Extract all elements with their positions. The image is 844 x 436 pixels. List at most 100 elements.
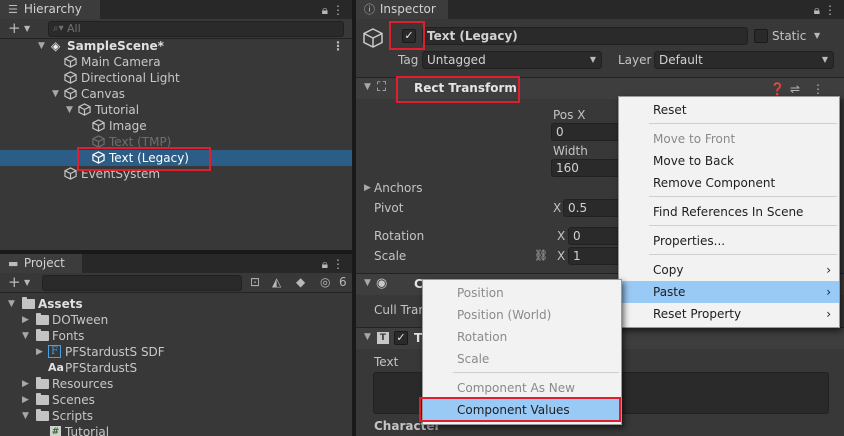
cube-icon xyxy=(64,87,77,100)
hidden-eye-icon[interactable]: ◎ xyxy=(320,274,330,290)
text-component-icon: T xyxy=(377,332,389,344)
project-row-fonts[interactable]: ▼ Fonts xyxy=(0,328,352,344)
menu-item-properties[interactable]: Properties... xyxy=(619,230,839,252)
constrain-proportions-icon[interactable]: ⛓ xyxy=(534,248,548,264)
expand-arrow-icon[interactable]: ▶ xyxy=(36,344,43,360)
expand-arrow-icon[interactable]: ▼ xyxy=(364,82,371,92)
menu-item-reset-property[interactable]: Reset Property › xyxy=(619,303,839,325)
expand-arrow-icon[interactable]: ▼ xyxy=(52,86,59,102)
lock-icon[interactable]: 🔒︎ xyxy=(322,256,328,272)
expand-arrow-icon[interactable]: ▼ xyxy=(22,328,29,344)
hierarchy-row-directional-light[interactable]: Directional Light xyxy=(0,70,352,86)
folder-icon xyxy=(22,297,35,309)
rotation-x-field[interactable]: 0 xyxy=(568,227,621,245)
more-icon[interactable]: ⋮ xyxy=(332,256,344,272)
hierarchy-row-label: Main Camera xyxy=(81,55,161,69)
menu-item-remove-component[interactable]: Remove Component xyxy=(619,172,839,194)
pos-x-field[interactable]: 0 xyxy=(551,123,621,141)
more-icon[interactable]: ⋮ xyxy=(332,2,344,18)
hierarchy-row-label: SampleScene* xyxy=(67,39,164,53)
menu-item-label: Paste xyxy=(653,285,686,299)
text-enabled-checkbox[interactable]: ✓ xyxy=(394,331,408,345)
tag-dropdown[interactable]: Untagged ▼ xyxy=(422,51,602,69)
anchors-expand-icon[interactable]: ▶ xyxy=(364,183,371,193)
cube-icon xyxy=(64,71,77,84)
static-dropdown-icon[interactable]: ▼ xyxy=(814,28,820,44)
project-row-scenes[interactable]: ▶ Scenes xyxy=(0,392,352,408)
preset-icon[interactable]: ⇌ xyxy=(790,81,800,97)
menu-item-paste[interactable]: Paste › xyxy=(619,281,839,303)
pivot-x-field[interactable]: 0.5 xyxy=(563,199,621,217)
hidden-count: 6 xyxy=(339,275,347,289)
hierarchy-row-scene[interactable]: ▼ ◈ SampleScene* ⋮ xyxy=(0,38,352,54)
project-search-input[interactable] xyxy=(42,275,242,291)
expand-arrow-icon[interactable]: ▼ xyxy=(22,408,29,424)
tab-inspector[interactable]: ⓘ Inspector xyxy=(356,0,448,19)
hierarchy-row-tutorial[interactable]: ▼ Tutorial xyxy=(0,102,352,118)
hierarchy-row-canvas[interactable]: ▼ Canvas xyxy=(0,86,352,102)
cube-icon xyxy=(64,167,77,180)
chevron-right-icon: › xyxy=(826,263,831,277)
chevron-down-icon[interactable]: ▼ xyxy=(24,21,30,37)
project-row-label: Fonts xyxy=(52,329,85,343)
project-row-dotween[interactable]: ▶ DOTween xyxy=(0,312,352,328)
folder-icon xyxy=(36,409,49,421)
expand-arrow-icon[interactable]: ▶ xyxy=(22,392,29,408)
component-context-menu: Reset Move to Front Move to Back Remove … xyxy=(618,96,840,328)
layer-dropdown[interactable]: Default ▼ xyxy=(654,51,834,69)
project-row-pfstardusts-sdf[interactable]: ▶ F PFStardustS SDF xyxy=(0,344,352,360)
submenu-item-position: Position xyxy=(457,286,504,300)
project-row-pfstardusts[interactable]: Aa PFStardustS xyxy=(0,360,352,376)
add-icon[interactable]: + xyxy=(8,20,21,36)
menu-item-reset[interactable]: Reset xyxy=(619,99,839,121)
menu-item-find-references[interactable]: Find References In Scene xyxy=(619,201,839,223)
hierarchy-panel: ☰ Hierarchy 🔒︎ ⋮ + ▼ ⌕▾ All ▼ ◈ SampleSc… xyxy=(0,0,352,250)
project-row-assets[interactable]: ▼ Assets xyxy=(0,296,352,312)
hierarchy-row-image[interactable]: Image xyxy=(0,118,352,134)
hierarchy-search-input[interactable]: ⌕▾ All xyxy=(48,21,344,37)
project-row-tutorial-script[interactable]: # Tutorial xyxy=(0,424,352,436)
expand-arrow-icon[interactable]: ▼ xyxy=(38,38,45,54)
width-field[interactable]: 160 xyxy=(551,159,621,177)
lock-icon[interactable]: 🔒︎ xyxy=(322,2,328,18)
menu-separator xyxy=(649,123,837,124)
expand-arrow-icon[interactable]: ▼ xyxy=(8,296,15,312)
chevron-down-icon[interactable]: ▼ xyxy=(24,275,30,291)
submenu-item-position-world: Position (World) xyxy=(457,308,552,322)
eye-icon: ◉ xyxy=(376,276,388,291)
tab-project[interactable]: ▬ Project xyxy=(0,254,82,273)
static-checkbox[interactable] xyxy=(754,29,768,43)
tab-hierarchy[interactable]: ☰ Hierarchy xyxy=(0,0,100,19)
menu-item-move-to-back[interactable]: Move to Back xyxy=(619,150,839,172)
chevron-right-icon: › xyxy=(826,285,831,299)
more-icon[interactable]: ⋮ xyxy=(332,38,344,54)
menu-separator xyxy=(649,196,837,197)
add-icon[interactable]: + xyxy=(8,274,21,290)
expand-arrow-icon[interactable]: ▼ xyxy=(364,332,371,342)
expand-arrow-icon[interactable]: ▶ xyxy=(22,376,29,392)
scale-label: Scale xyxy=(374,249,407,263)
hierarchy-row-label: Tutorial xyxy=(95,103,140,117)
tab-project-label: Project xyxy=(23,256,65,270)
hierarchy-row-label: Canvas xyxy=(81,87,126,101)
font-asset-icon: F xyxy=(48,345,61,358)
filter-icon[interactable]: ◭ xyxy=(272,274,281,290)
search-by-type-icon[interactable]: ⊡ xyxy=(250,274,260,290)
help-icon[interactable]: ❓ xyxy=(770,81,785,97)
expand-arrow-icon[interactable]: ▶ xyxy=(22,312,29,328)
object-name-field[interactable]: Text (Legacy) xyxy=(422,27,748,45)
project-row-scripts[interactable]: ▼ Scripts xyxy=(0,408,352,424)
hierarchy-row-main-camera[interactable]: Main Camera xyxy=(0,54,352,70)
more-icon[interactable]: ⋮ xyxy=(812,81,824,97)
expand-arrow-icon[interactable]: ▼ xyxy=(364,278,371,288)
more-icon[interactable]: ⋮ xyxy=(824,2,836,18)
lock-icon[interactable]: 🔒︎ xyxy=(814,2,820,18)
project-panel: ▬ Project 🔒︎ ⋮ + ▼ ⊡ ◭ ◆ ◎ 6 ▼ Assets ▶ … xyxy=(0,254,352,436)
project-row-resources[interactable]: ▶ Resources xyxy=(0,376,352,392)
label-icon[interactable]: ◆ xyxy=(296,274,305,290)
menu-item-copy[interactable]: Copy › xyxy=(619,259,839,281)
scale-x-label: X xyxy=(557,249,566,263)
scale-x-field[interactable]: 1 xyxy=(568,247,621,265)
text-label: Text xyxy=(374,355,399,369)
expand-arrow-icon[interactable]: ▼ xyxy=(66,102,73,118)
